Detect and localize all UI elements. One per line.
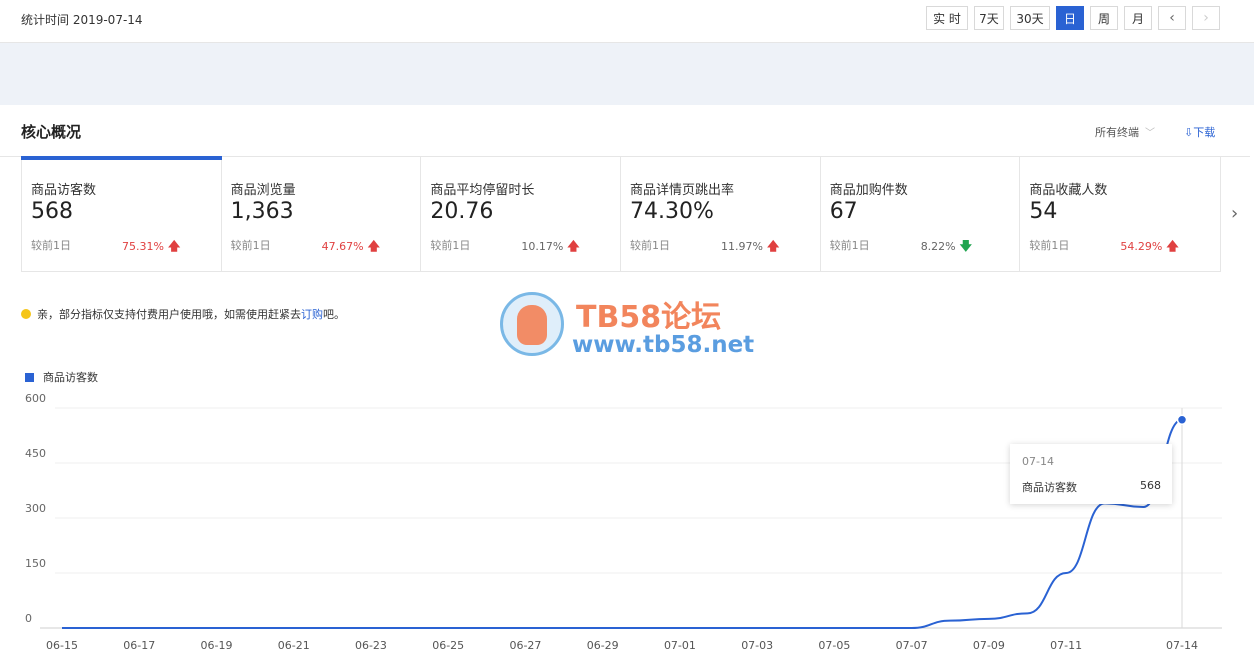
hand-logo-icon	[500, 292, 564, 356]
stat-time: 统计时间 2019-07-14	[21, 13, 143, 27]
chart-tooltip: 07-14 商品访客数 568	[1010, 444, 1172, 504]
x-tick-label: 07-03	[741, 639, 773, 652]
chevron-right-icon[interactable]: ›	[1192, 6, 1220, 30]
chevron-down-icon: ﹀	[1145, 128, 1155, 139]
top-toolbar: 统计时间 2019-07-14 实 时 7天 30天 日 周 月 ‹ ›	[0, 0, 1254, 43]
metric-value: 1,363	[230, 199, 294, 224]
watermark: TB58论坛 www.tb58.net	[500, 292, 760, 362]
watermark-title: TB58论坛	[576, 300, 722, 335]
watermark-url: www.tb58.net	[572, 332, 755, 358]
notice: 亲，部分指标仅支持付费用户使用哦，如需使用赶紧去 订购 吧。	[21, 306, 345, 322]
metric-card-pageviews[interactable]: 商品浏览量 1,363 较前1日 47.67% 🡅	[222, 157, 422, 271]
metric-card-bounce-rate[interactable]: 商品详情页跳出率 74.30% 较前1日 11.97% 🡅	[621, 157, 821, 271]
metric-compare: 较前1日	[230, 239, 271, 252]
arrow-up-icon: 🡅	[367, 239, 380, 253]
metric-card-favorites[interactable]: 商品收藏人数 54 较前1日 54.29% 🡅	[1020, 157, 1220, 271]
arrow-up-icon: 🡅	[1166, 239, 1179, 253]
metric-name: 商品访客数	[31, 183, 97, 198]
range-day-button[interactable]: 日	[1056, 6, 1084, 30]
x-tick-label: 07-09	[973, 639, 1005, 652]
notice-text: 亲，部分指标仅支持付费用户使用哦，如需使用赶紧去	[37, 308, 301, 321]
x-tick-label: 07-11	[1050, 639, 1082, 652]
metric-value: 568	[31, 199, 73, 224]
x-tick-label: 06-29	[587, 639, 619, 652]
metric-name: 商品详情页跳出率	[630, 183, 735, 198]
spacer-band	[0, 43, 1254, 105]
metric-card-visitors[interactable]: 商品访客数 568 较前1日 75.31% 🡅	[21, 156, 222, 271]
tooltip-value: 568	[1140, 479, 1161, 492]
metric-compare: 较前1日	[1029, 239, 1070, 252]
metric-name: 商品收藏人数	[1029, 183, 1108, 198]
chevron-right-icon[interactable]: ›	[1231, 203, 1238, 224]
download-link[interactable]: ⇩下载	[1184, 124, 1215, 140]
terminal-select-label: 所有终端	[1095, 126, 1139, 139]
y-tick-label: 300	[25, 502, 46, 515]
arrow-up-icon: 🡅	[766, 239, 780, 253]
x-tick-label: 07-14	[1166, 639, 1198, 652]
y-tick-label: 0	[25, 612, 32, 625]
metric-change: 54.29% 🡅	[1120, 237, 1178, 258]
legend-label: 商品访客数	[43, 371, 98, 384]
range-week-button[interactable]: 周	[1090, 6, 1118, 30]
metric-change: 11.97% 🡅	[721, 237, 779, 258]
metric-compare: 较前1日	[430, 239, 471, 252]
date-range-group: 实 时 7天 30天 日 周 月 ‹ ›	[926, 6, 1226, 30]
metric-change: 47.67% 🡅	[322, 237, 380, 258]
x-tick-label: 07-05	[818, 639, 850, 652]
metric-value: 54	[1029, 199, 1058, 224]
visitor-line-chart: 0 150 300 450 600 06-15 06-17 06-19 06-21 06-23 06…	[25, 392, 1222, 652]
download-label: 下载	[1193, 126, 1216, 139]
notice-tail: 吧。	[323, 308, 345, 321]
range-7day-button[interactable]: 7天	[974, 6, 1004, 30]
metric-compare: 较前1日	[630, 239, 671, 252]
data-point	[1176, 414, 1188, 425]
metric-value: 74.30%	[630, 199, 714, 224]
metric-change: 75.31% 🡅	[122, 237, 180, 258]
panel-title: 核心概况	[21, 123, 82, 141]
range-realtime-button[interactable]: 实 时	[926, 6, 968, 30]
x-tick-label: 07-07	[896, 639, 928, 652]
x-tick-label: 06-23	[355, 639, 387, 652]
y-tick-label: 450	[25, 447, 46, 460]
metric-value: 20.76	[430, 199, 494, 224]
x-tick-label: 06-25	[432, 639, 464, 652]
metric-name: 商品平均停留时长	[430, 183, 535, 198]
x-tick-label: 06-15	[46, 639, 78, 652]
chart-legend: 商品访客数	[25, 369, 98, 385]
terminal-select[interactable]: 所有终端 ﹀	[1095, 124, 1155, 140]
tooltip-date: 07-14	[1022, 455, 1054, 468]
tooltip-label: 商品访客数	[1022, 481, 1077, 494]
metric-change: 10.17% 🡅	[521, 237, 579, 258]
metric-cards: 商品访客数 568 较前1日 75.31% 🡅 商品浏览量 1,363 较前1日 …	[21, 156, 1221, 272]
x-tick-label: 06-19	[200, 639, 232, 652]
legend-swatch	[25, 372, 34, 382]
subscribe-link[interactable]: 订购	[301, 306, 323, 322]
metric-compare: 较前1日	[829, 239, 870, 252]
arrow-up-icon: 🡅	[167, 239, 181, 253]
metric-compare: 较前1日	[31, 239, 71, 252]
arrow-up-icon: 🡅	[567, 239, 580, 253]
metric-change: 8.22% 🡇	[921, 237, 972, 258]
arrow-down-icon: 🡇	[959, 239, 972, 253]
metric-name: 商品加购件数	[829, 183, 908, 198]
metric-card-add-cart[interactable]: 商品加购件数 67 较前1日 8.22% 🡇	[821, 157, 1021, 271]
metric-value: 67	[829, 199, 858, 224]
chevron-left-icon[interactable]: ‹	[1158, 6, 1186, 30]
y-tick-label: 150	[25, 557, 46, 570]
y-tick-label: 600	[25, 392, 46, 405]
info-dot-icon	[21, 309, 31, 319]
x-tick-label: 06-17	[123, 639, 155, 652]
download-icon: ⇩	[1184, 126, 1194, 139]
core-overview-panel: 核心概况 所有终端 ﹀ ⇩下载 商品访客数 568 较前1日 75.31% 🡅 商品…	[0, 105, 1250, 654]
metric-name: 商品浏览量	[230, 183, 296, 198]
range-30day-button[interactable]: 30天	[1010, 6, 1050, 30]
x-tick-label: 07-01	[664, 639, 696, 652]
x-tick-label: 06-21	[278, 639, 310, 652]
metric-card-avg-stay[interactable]: 商品平均停留时长 20.76 较前1日 10.17% 🡅	[421, 157, 622, 271]
range-month-button[interactable]: 月	[1124, 6, 1152, 30]
x-tick-label: 06-27	[509, 639, 541, 652]
